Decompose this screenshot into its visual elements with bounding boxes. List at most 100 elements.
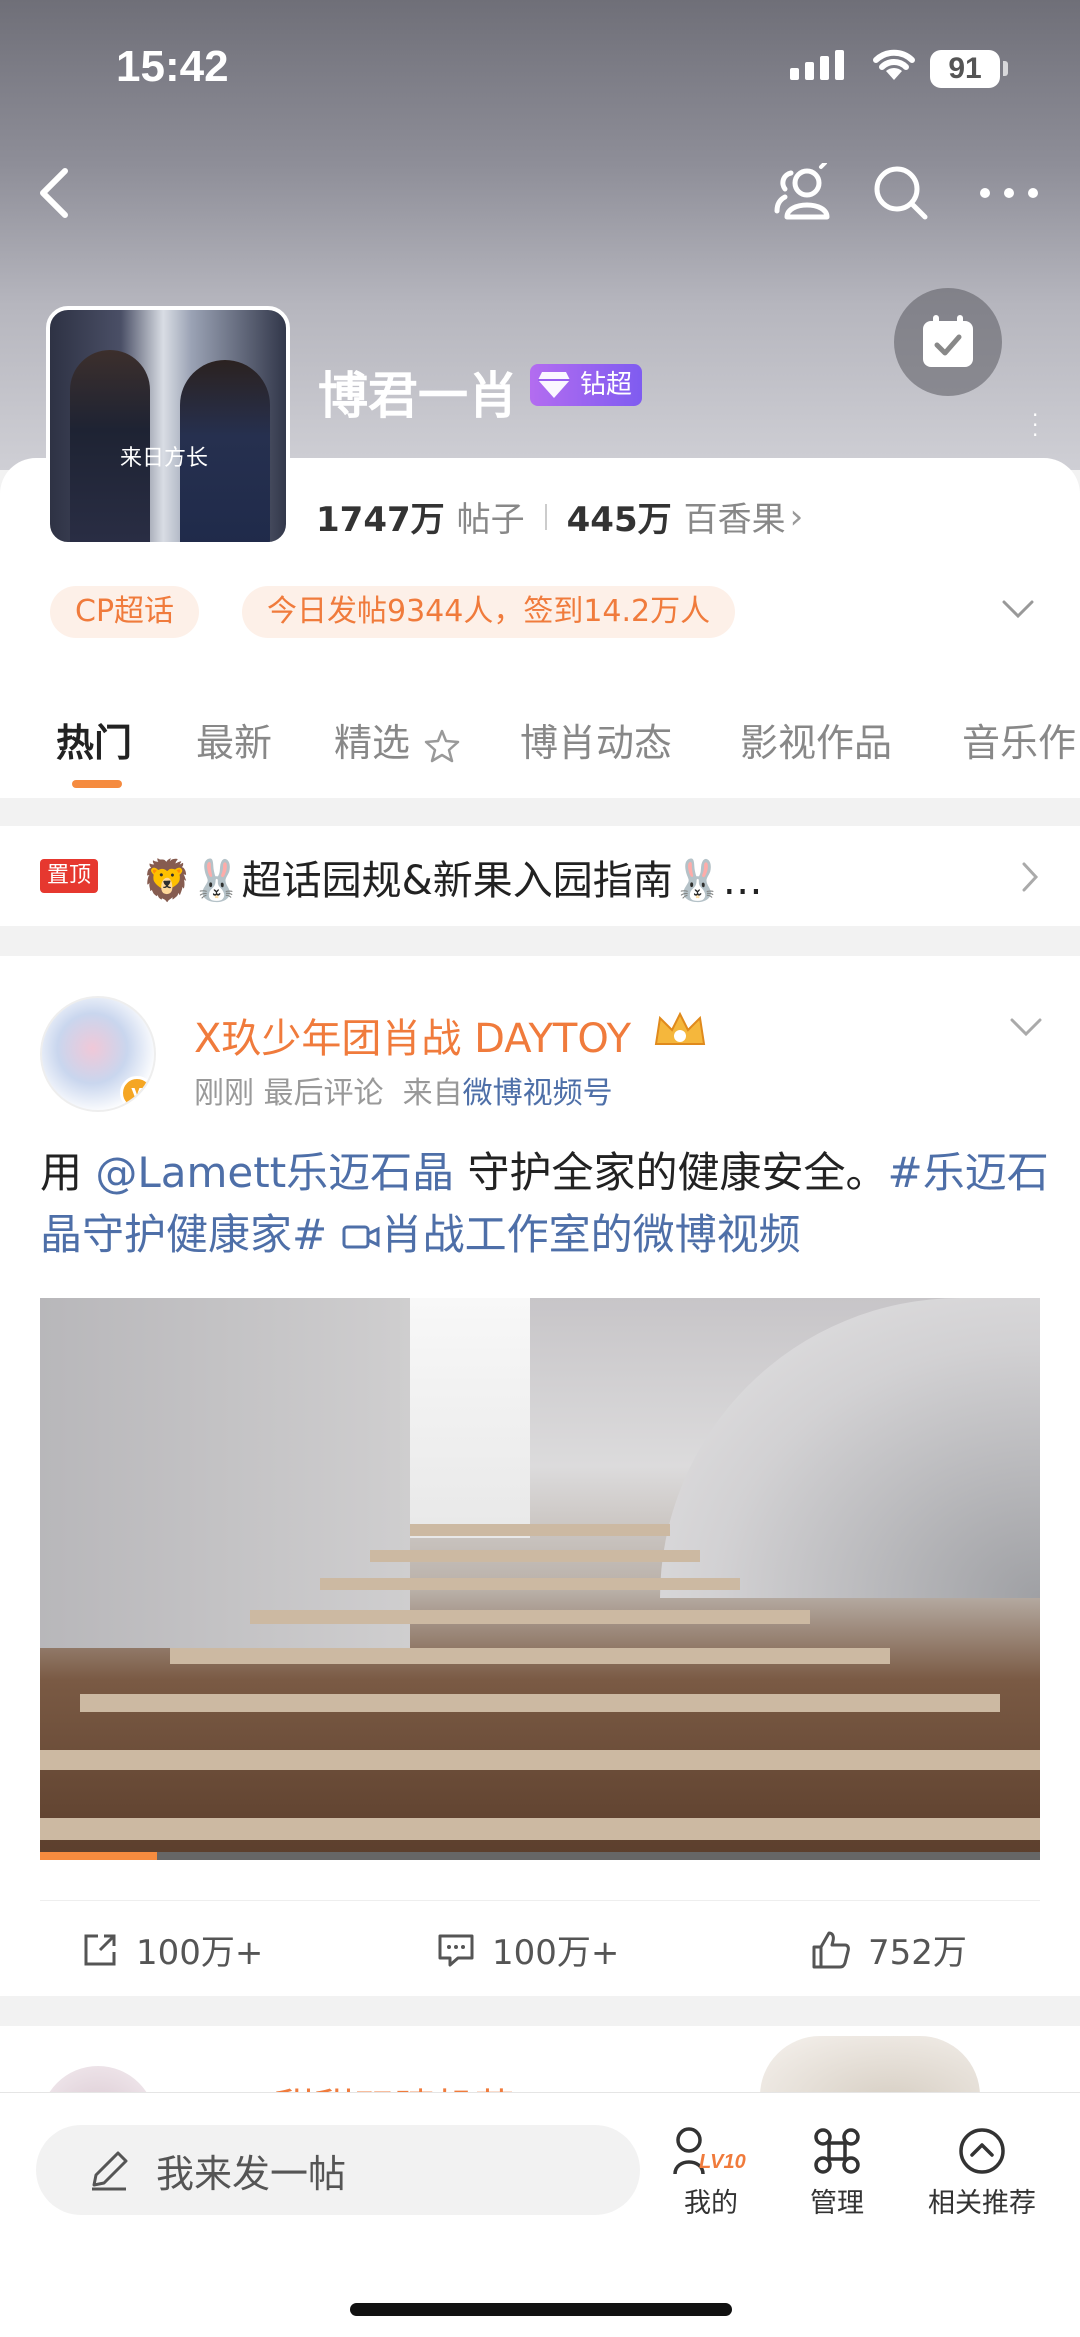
avatar-caption: 来日方长 [120, 446, 209, 471]
diamond-super-badge[interactable]: 钻超 [530, 364, 643, 406]
post-source[interactable]: 微博视频号 [463, 1076, 613, 1111]
stats-divider [544, 503, 547, 530]
more-button[interactable] [974, 158, 1044, 228]
tab-featured-label: 精选 [334, 721, 411, 765]
my-label: 我的 [684, 2188, 738, 2219]
related-label: 相关推荐 [928, 2188, 1036, 2219]
compose-placeholder: 我来发一帖 [156, 2151, 347, 2196]
search-button[interactable] [866, 158, 936, 228]
members-button[interactable] [768, 158, 838, 228]
fans-count: 445万 [566, 500, 672, 540]
battery-tip [1003, 61, 1008, 76]
video-link[interactable]: 肖战工作室的微博视频 [341, 1210, 801, 1259]
post-options-chevron-icon[interactable] [1008, 1016, 1044, 1038]
video-frame-step [170, 1648, 890, 1664]
video-frame-step [40, 1818, 1040, 1840]
chevron-down-icon[interactable] [1000, 598, 1036, 620]
video-frame-step [320, 1578, 740, 1590]
share-button[interactable]: 100万+ [80, 1925, 263, 1974]
video-frame-light [410, 1298, 530, 1538]
compose-input[interactable]: 我来发一帖 [36, 2125, 640, 2215]
home-indicator [350, 2303, 732, 2316]
post-text-mid: 守护全家的健康安全。 [454, 1148, 888, 1197]
comment-button[interactable]: 100万+ [436, 1925, 619, 1974]
more-horizontal-icon [980, 188, 1038, 198]
post-content: 用 @Lamett乐迈石晶 守护全家的健康安全。#乐迈石晶守护健康家# 肖战工作… [40, 1142, 1050, 1266]
post-meta: 刚刚 最后评论 来自微博视频号 [194, 1068, 613, 1112]
topic-title: 博君一肖 [318, 367, 518, 425]
manage-label: 管理 [810, 2188, 864, 2219]
cp-topic-chip[interactable]: CP超话 [50, 586, 200, 638]
video-progress-track[interactable] [40, 1852, 1040, 1860]
post-time: 刚刚 [194, 1076, 254, 1111]
chevron-left-icon [40, 168, 68, 218]
like-count: 752万 [868, 1933, 967, 1973]
post-text-pre: 用 [40, 1148, 96, 1197]
topic-avatar[interactable]: 来日方长 [46, 306, 290, 546]
related-button[interactable]: 相关推荐 [912, 2123, 1052, 2220]
status-bar: 15:42 91 [0, 0, 1080, 140]
manage-button[interactable]: 管理 [782, 2123, 892, 2220]
tab-music[interactable]: 音乐作 [962, 712, 1076, 767]
video-frame-step [250, 1610, 810, 1624]
author-name[interactable]: X玖少年团肖战 DAYTOY [194, 1006, 631, 1064]
chevron-right-icon [1022, 862, 1039, 892]
pinned-text: 🦁🐰超话园规&新果入园指南🐰… [142, 858, 763, 904]
status-time: 15:42 [116, 42, 229, 91]
bottom-bar: 我来发一帖 LV10 我的 管理 相关推荐 [0, 2092, 1080, 2337]
vertical-dots-icon: · · · [1032, 403, 1039, 447]
tab-latest[interactable]: 最新 [196, 712, 272, 767]
feed-post: v X玖少年团肖战 DAYTOY 刚刚 最后评论 来自微博视频号 用 @Lame… [0, 956, 1080, 1996]
level-badge: LV10 [699, 2151, 746, 2173]
back-button[interactable] [20, 158, 90, 228]
wifi-icon [873, 49, 915, 80]
command-icon [814, 2128, 860, 2174]
user-level-icon: LV10 [673, 2127, 746, 2175]
video-player[interactable] [40, 1298, 1040, 1860]
pinned-post[interactable]: 置顶 🦁🐰超话园规&新果入园指南🐰… [0, 826, 1080, 926]
pencil-icon [92, 2151, 128, 2191]
video-frame-wall-left [40, 1298, 410, 1648]
sparkle-icon [424, 729, 460, 762]
people-icon [774, 163, 830, 220]
mention-link[interactable]: @Lamett乐迈石晶 [95, 1148, 454, 1197]
video-camera-icon [342, 1225, 380, 1249]
video-link-label: 肖战工作室的微博视频 [380, 1210, 801, 1259]
video-frame-step [40, 1750, 1040, 1770]
posts-label: 帖子 [456, 500, 525, 540]
diamond-icon [538, 372, 570, 398]
verified-badge-icon: v [120, 1076, 154, 1110]
tab-bar: 热门 最新 精选 博肖动态 影视作品 音乐作 [0, 700, 1080, 790]
crown-icon [654, 1011, 706, 1045]
signal-icon [790, 50, 844, 80]
calendar-check-icon [923, 315, 973, 367]
tab-films[interactable]: 影视作品 [740, 712, 892, 767]
tab-news[interactable]: 博肖动态 [520, 712, 672, 767]
pinned-tag: 置顶 [40, 859, 98, 893]
badge-label: 钻超 [580, 370, 633, 400]
checkin-button[interactable] [894, 288, 1002, 396]
video-progress-fill [40, 1852, 157, 1860]
my-button[interactable]: LV10 我的 [656, 2123, 766, 2220]
tab-hot[interactable]: 热门 [56, 712, 132, 767]
posts-count: 1747万 [316, 500, 445, 540]
circle-chevron-up-icon [959, 2128, 1005, 2174]
thumbs-up-icon [812, 1931, 850, 1968]
last-comment-label: 最后评论 [263, 1076, 384, 1111]
active-tab-indicator [72, 780, 122, 788]
comment-count: 100万+ [492, 1933, 620, 1973]
tab-featured[interactable]: 精选 [334, 712, 462, 767]
fans-label: 百香果 [683, 500, 786, 540]
post-actions: 100万+ 100万+ 752万 [40, 1900, 1040, 2000]
author-avatar[interactable]: v [40, 996, 156, 1112]
share-icon [84, 1934, 116, 1965]
share-count: 100万+ [136, 1933, 264, 1973]
search-icon [874, 166, 928, 220]
like-button[interactable]: 752万 [810, 1925, 967, 1974]
video-frame-step [410, 1524, 670, 1536]
daily-summary-chip[interactable]: 今日发帖9344人，签到14.2万人 [242, 586, 736, 638]
stats-chevron-icon: › [789, 496, 804, 537]
comment-icon [438, 1934, 474, 1966]
video-frame-wall-right [660, 1298, 1040, 1598]
topic-stats[interactable]: 1747万 帖子 445万 百香果 › [316, 492, 803, 541]
